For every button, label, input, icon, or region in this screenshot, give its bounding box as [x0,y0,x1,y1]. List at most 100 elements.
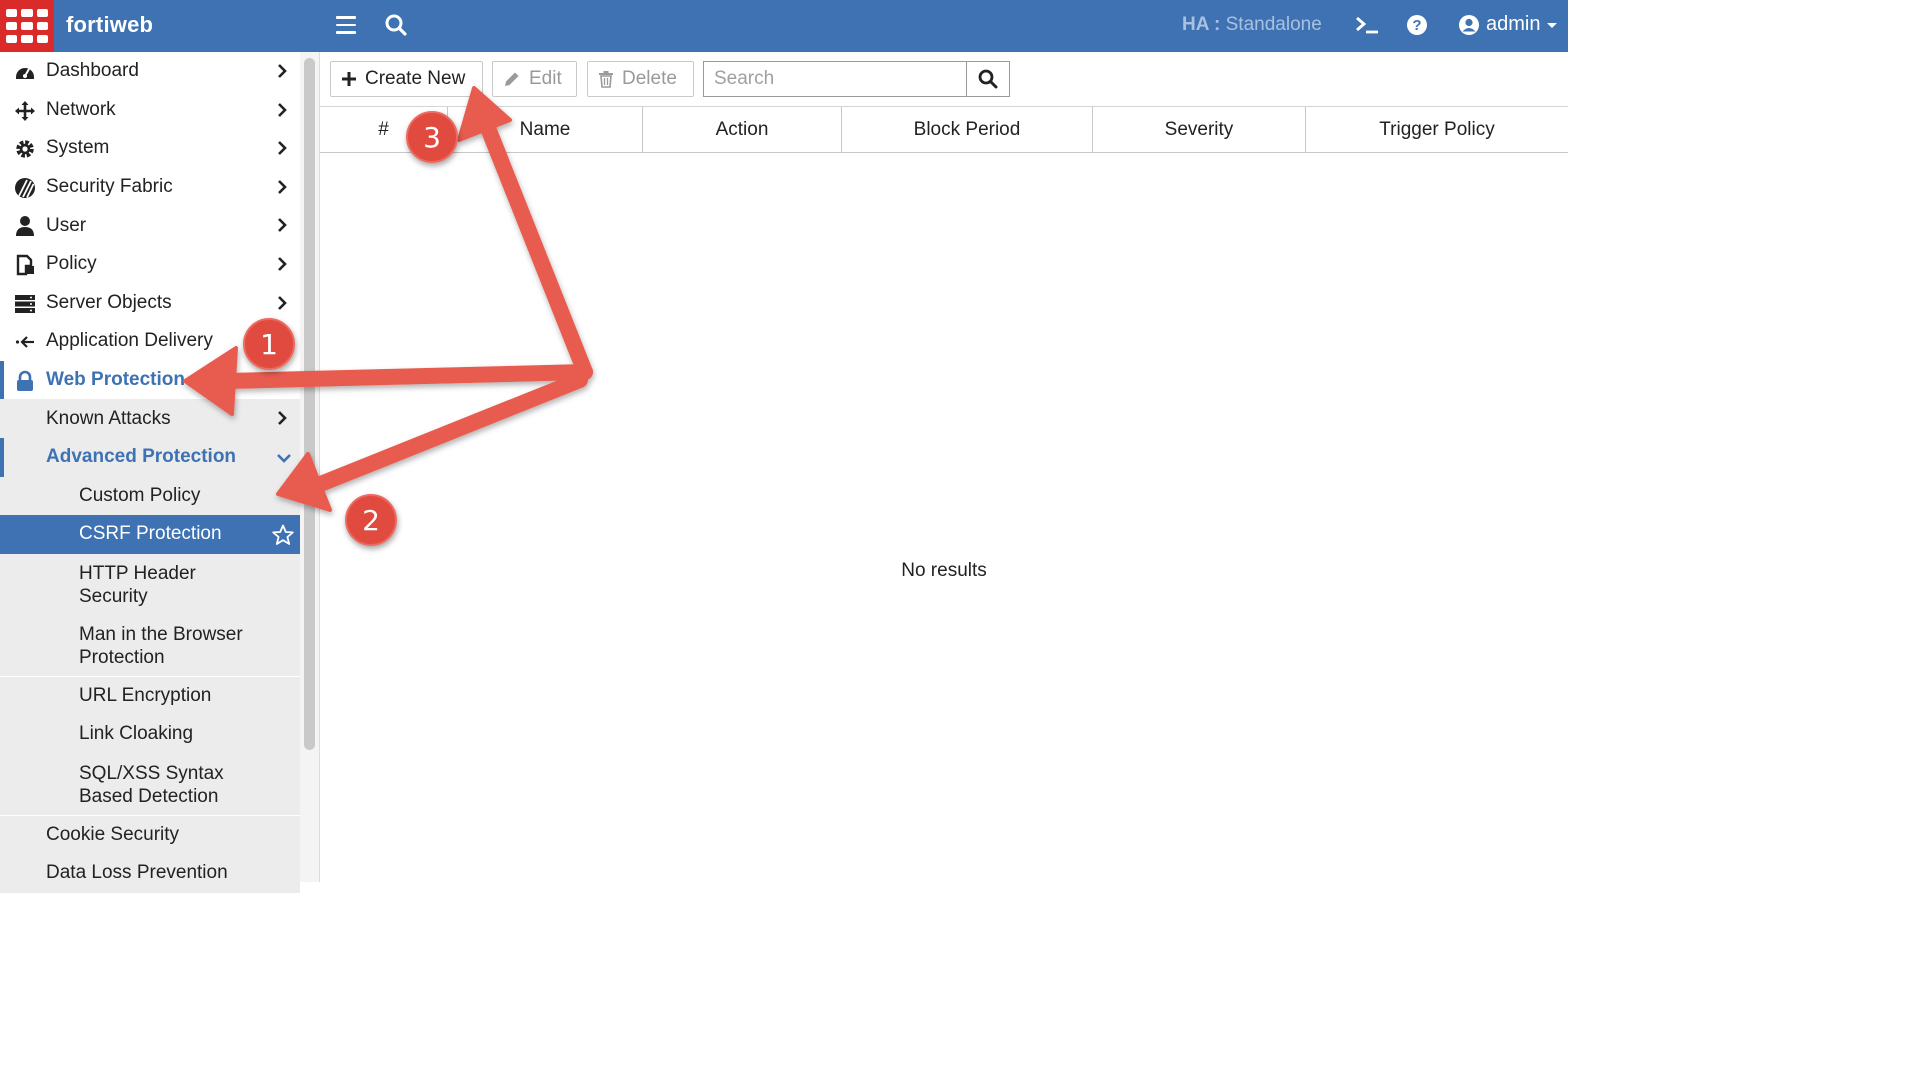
ha-status: HA : Standalone [1182,14,1322,36]
lock-icon [17,370,33,391]
server-icon [15,294,35,313]
label-line: HTTP Header [79,562,196,584]
sidebar-item-advanced-protection[interactable]: Advanced Protection [0,438,300,477]
ha-value: Standalone [1225,14,1322,35]
ha-label: HA : [1182,14,1221,35]
menu-toggle-icon[interactable] [336,16,356,34]
sidebar-item-dashboard[interactable]: Dashboard [0,52,300,91]
delete-button[interactable]: Delete [587,61,694,97]
sidebar-item-label: Web Protection [46,369,185,391]
policy-icon [16,254,34,276]
column-header-action[interactable]: Action [643,107,842,153]
edit-button[interactable]: Edit [492,61,577,97]
user-menu[interactable]: admin [1458,13,1558,36]
chevron-right-icon [278,411,287,426]
sidebar-item-label: SQL/XSS Syntax Based Detection [79,762,224,808]
dashboard-icon [16,68,34,79]
sidebar-item-network[interactable]: Network [0,91,300,130]
sidebar-item-label: User [46,214,87,236]
sidebar-item-custom-policy[interactable]: Custom Policy [0,476,300,516]
search-icon[interactable] [385,14,407,41]
sidebar-scrollbar-thumb[interactable] [304,58,315,750]
sidebar-item-label: Dashboard [46,60,139,82]
sidebar-item-label: Custom Policy [79,484,201,506]
label-line: SQL/XSS Syntax [79,762,224,784]
chevron-right-icon [278,295,287,310]
sidebar: Dashboard Network System Security Fabric… [0,52,300,893]
svg-text:?: ? [1412,17,1421,34]
user-name: admin [1486,13,1541,35]
cli-console-icon[interactable] [1354,14,1380,41]
search-button[interactable] [966,61,1010,97]
sidebar-item-label: Link Cloaking [79,723,194,745]
column-header-trigger-policy[interactable]: Trigger Policy [1306,107,1568,153]
annotation-badge-2: 2 [345,494,397,546]
label-line: Based Detection [79,785,219,807]
table-header: # Name Action Block Period Severity Trig… [320,106,1568,153]
delete-label: Delete [622,68,677,89]
star-favorite-icon[interactable] [272,524,294,546]
search-icon [978,69,998,89]
sidebar-item-cookie-security[interactable]: Cookie Security [0,815,300,855]
edit-label: Edit [529,68,562,89]
label-line: Security [79,585,148,607]
chevron-right-icon [278,218,287,233]
application-delivery-icon [15,336,34,348]
sidebar-item-label: CSRF Protection [79,523,222,545]
network-icon [15,100,35,121]
pencil-icon [505,72,519,86]
sidebar-item-sql-xss-detection[interactable]: SQL/XSS Syntax Based Detection [0,753,300,815]
annotation-badge-1: 1 [243,318,295,370]
sidebar-item-known-attacks[interactable]: Known Attacks [0,399,300,438]
plus-icon [342,72,356,86]
help-icon[interactable]: ? [1406,14,1428,41]
arrow-to-advanced-protection [310,372,588,493]
sidebar-item-man-in-the-browser[interactable]: Man in the Browser Protection [0,615,300,676]
sidebar-item-label: Cookie Security [46,823,180,845]
caret-down-icon [1547,22,1558,28]
sidebar-item-system[interactable]: System [0,129,300,168]
sidebar-item-label: Known Attacks [46,407,171,429]
create-new-button[interactable]: Create New [330,61,483,97]
chevron-right-icon [278,64,287,78]
sidebar-item-link-cloaking[interactable]: Link Cloaking [0,715,300,754]
trash-icon [599,71,613,88]
app-name: fortiweb [66,12,154,37]
top-bar: fortiweb HA : Standalone ? admin [0,0,1568,52]
gear-icon [16,140,34,158]
create-new-label: Create New [365,68,466,89]
user-icon [16,216,34,237]
sidebar-item-server-objects[interactable]: Server Objects [0,284,300,323]
sidebar-item-security-fabric[interactable]: Security Fabric [0,168,300,207]
sidebar-item-label: Network [46,98,116,120]
sidebar-item-label: Application Delivery [46,330,213,352]
sidebar-item-user[interactable]: User [0,206,300,245]
column-header-block-period[interactable]: Block Period [842,107,1093,153]
sidebar-item-label: Policy [46,253,97,275]
column-header-name[interactable]: Name [448,107,643,153]
chevron-right-icon [278,257,287,271]
chevron-down-icon [277,454,291,463]
annotation-badge-3: 3 [406,111,458,163]
sidebar-item-label: System [46,137,110,159]
user-avatar-icon [1459,14,1479,35]
chevron-right-icon [278,141,287,156]
sidebar-item-label: Advanced Protection [46,446,237,468]
sidebar-item-csrf-protection[interactable]: CSRF Protection [0,515,300,554]
fortinet-logo-icon[interactable] [0,0,54,52]
security-fabric-icon [15,177,35,198]
sidebar-item-policy[interactable]: Policy [0,245,300,284]
sidebar-item-label: Security Fabric [46,176,173,198]
sidebar-item-url-encryption[interactable]: URL Encryption [0,676,300,716]
chevron-right-icon [278,179,287,194]
sidebar-item-label: HTTP Header Security [79,562,196,608]
sidebar-item-http-header-security[interactable]: HTTP Header Security [0,553,300,615]
sidebar-item-label: Server Objects [46,291,172,313]
arrow-to-create-new [480,120,593,380]
sidebar-item-web-protection[interactable]: Web Protection [0,360,300,400]
empty-table-message: No results [901,560,987,581]
chevron-right-icon [278,102,287,117]
column-header-severity[interactable]: Severity [1093,107,1306,153]
sidebar-item-data-loss-prevention[interactable]: Data Loss Prevention [0,854,300,893]
search-input[interactable] [703,61,967,97]
